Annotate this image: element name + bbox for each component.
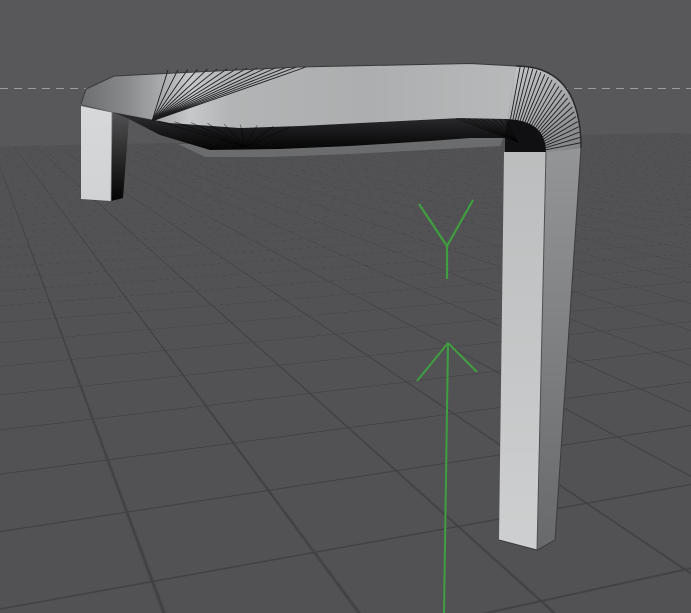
y-axis-label-glyph [418,199,474,279]
y-axis-gizmo[interactable]: Y [416,199,478,613]
left-leg-front-face [81,106,112,201]
3d-viewport[interactable]: Y [0,0,691,613]
y-axis-arrow[interactable] [416,342,478,613]
beam-top-face [81,63,516,128]
scene-overlay: Y [80,62,582,613]
swept-tube-object[interactable] [80,62,582,551]
left-leg-side-face [111,112,129,201]
